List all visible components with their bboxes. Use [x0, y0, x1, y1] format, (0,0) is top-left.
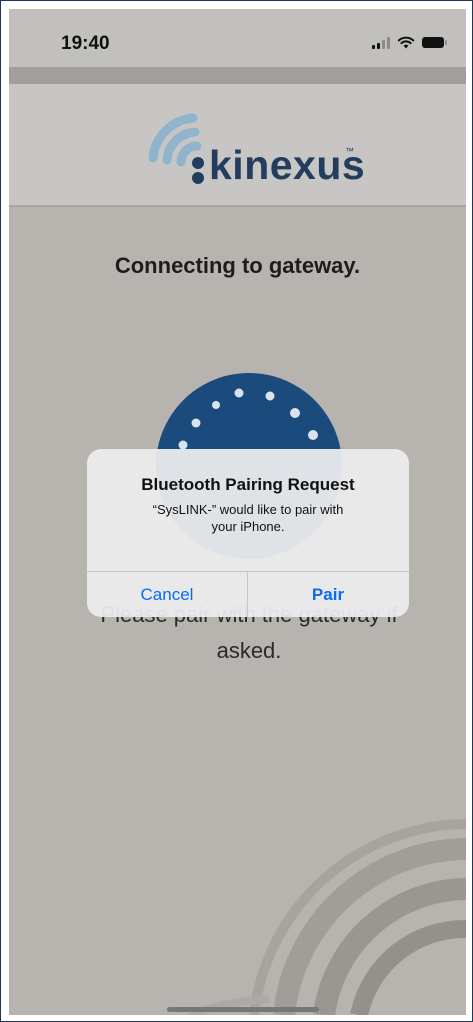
wifi-icon	[397, 36, 415, 49]
trademark-symbol: ™	[345, 146, 354, 156]
wireless-signal-logo-icon	[148, 113, 204, 184]
background-waves-icon	[187, 819, 466, 1015]
instructions-line-2: asked.	[216, 638, 282, 663]
kinexus-logo: kinexus ™	[137, 102, 377, 194]
brand-name: kinexus	[209, 142, 366, 188]
bluetooth-pairing-alert: Bluetooth Pairing Request “SysLINK-” wou…	[87, 449, 409, 617]
cancel-button[interactable]: Cancel	[87, 572, 247, 617]
app-screen: 19:40 kinexus ™ Connecting to gateway. a…	[9, 9, 466, 1015]
home-indicator[interactable]	[167, 1007, 319, 1012]
connecting-title: Connecting to gateway.	[114, 253, 361, 278]
status-icons	[372, 36, 447, 49]
device-frame: 19:40 kinexus ™ Connecting to gateway. a…	[0, 0, 473, 1022]
pair-button[interactable]: Pair	[248, 572, 408, 617]
alert-message-line-1: “SysLINK-” would like to pair with	[152, 502, 344, 517]
alert-message-line-2: your iPhone.	[211, 519, 285, 534]
alert-message: “SysLINK-” would like to pair with your …	[113, 501, 383, 535]
battery-icon	[422, 37, 447, 48]
status-divider	[9, 67, 466, 84]
cellular-signal-icon	[372, 36, 390, 49]
status-time: 19:40	[61, 33, 110, 54]
alert-title: Bluetooth Pairing Request	[141, 475, 355, 494]
app-header: kinexus ™	[9, 84, 466, 207]
status-bar: 19:40	[9, 9, 466, 67]
